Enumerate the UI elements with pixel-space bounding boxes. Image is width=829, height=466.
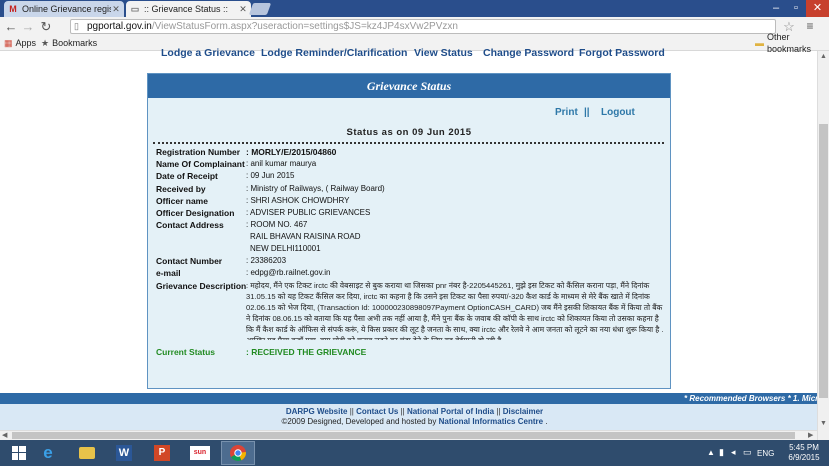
tray-volume-icon[interactable]: ◂ — [731, 447, 736, 458]
vertical-scroll-thumb[interactable] — [819, 124, 828, 398]
footer-disclaimer-link[interactable]: Disclaimer — [503, 407, 543, 416]
footer-links: DARPG Website || Contact Us || National … — [0, 407, 829, 416]
footer-darpg-link[interactable]: DARPG Website — [286, 407, 348, 416]
panel-title: Grievance Status — [148, 74, 670, 98]
close-icon[interactable]: ✕ — [111, 4, 121, 15]
footer-sep: || — [349, 407, 354, 416]
tab-grievance-status[interactable]: ▭ :: Grievance Status :: ✕ — [126, 1, 251, 17]
value-received-by: : Ministry of Railways, ( Railway Board) — [246, 184, 385, 193]
internet-explorer-icon[interactable]: e — [31, 441, 65, 465]
value-current-status: : RECEIVED THE GRIEVANCE — [246, 347, 367, 357]
value-contact-address-line2: RAIL BHAVAN RAISINA ROAD — [250, 232, 361, 241]
bookmark-label: Apps — [15, 38, 37, 48]
label-complainant: Name Of Complainant — [156, 159, 245, 169]
copyright-text: ©2009 Designed, Developed and hosted by — [281, 417, 437, 426]
tray-network-icon[interactable]: ▮ — [719, 447, 724, 458]
clock-time: 5:45 PM — [789, 443, 819, 452]
folder-icon: ▬ — [755, 38, 764, 48]
scroll-down-arrow-icon[interactable]: ▼ — [820, 419, 827, 429]
gmail-icon: M — [9, 4, 17, 14]
value-contact-address-line3: NEW DELHI110001 — [250, 244, 321, 253]
bookmark-bookmarks[interactable]: ★ Bookmarks — [41, 37, 97, 49]
star-icon: ★ — [41, 38, 50, 48]
footer-sep: || — [496, 407, 501, 416]
url-path: /ViewStatusForm.aspx?useraction=settings… — [151, 21, 458, 32]
logout-link[interactable]: Logout — [601, 107, 635, 118]
bookmark-label: Bookmarks — [52, 38, 98, 48]
apps-grid-icon: ▦ — [4, 38, 13, 48]
bookmark-apps[interactable]: ▦ Apps — [4, 37, 36, 49]
label-current-status: Current Status — [156, 347, 216, 357]
label-officer-designation: Officer Designation — [156, 208, 235, 218]
value-email: : edpg@rb.railnet.gov.in — [246, 268, 331, 277]
horizontal-scroll-thumb[interactable] — [12, 432, 795, 439]
value-officer-name: : SHRI ASHOK CHOWDHRY — [246, 196, 350, 205]
label-officer-name: Officer name — [156, 196, 208, 206]
value-contact-address: : ROOM NO. 467 — [246, 220, 308, 229]
file-explorer-icon[interactable] — [70, 441, 104, 465]
dotted-divider — [153, 142, 664, 144]
label-registration-number: Registration Number — [156, 147, 241, 157]
status-as-on: Status as on 09 Jun 2015 — [346, 127, 472, 138]
clock-date: 6/9/2015 — [788, 453, 820, 462]
value-officer-designation: : ADVISER PUBLIC GRIEVANCES — [246, 208, 371, 217]
tray-battery-icon[interactable]: ▭ — [743, 447, 752, 458]
page-icon: ▭ — [130, 4, 140, 14]
window-close-icon[interactable]: ✕ — [806, 0, 829, 17]
address-bar[interactable]: pgportal.gov.in/ViewStatusForm.aspx?user… — [70, 19, 776, 34]
nav-lodge-reminder[interactable]: Lodge Reminder/Clarification — [261, 47, 407, 59]
footer-national-portal-link[interactable]: National Portal of India — [407, 407, 494, 416]
label-grievance-description: Grievance Description — [156, 281, 247, 291]
browser-tab-strip — [0, 0, 829, 17]
footer-sep: || — [400, 407, 405, 416]
sun-app-icon[interactable]: sun — [183, 441, 217, 465]
value-complainant: : anil kumar maurya — [246, 159, 317, 168]
value-contact-number: : 23386203 — [246, 256, 287, 265]
nav-change-password[interactable]: Change Password — [483, 47, 574, 59]
tray-show-hidden-icon[interactable]: ▲ — [707, 448, 715, 457]
nav-view-status[interactable]: View Status — [414, 47, 473, 59]
print-link[interactable]: Print — [555, 107, 578, 118]
nic-link[interactable]: National Informatics Centre — [439, 417, 543, 426]
label-contact-address: Contact Address — [156, 220, 224, 230]
copyright-end: . — [545, 417, 548, 426]
grievance-status-panel — [147, 73, 671, 389]
value-grievance-description: : महोदय, मैंने एक टिकट irctc की वेबसाइट … — [246, 281, 664, 340]
bookmark-other[interactable]: ▬ Other bookmarks — [755, 32, 829, 54]
nav-lodge-grievance[interactable]: Lodge a Grievance — [161, 47, 255, 59]
tab-title: :: Grievance Status :: — [144, 4, 229, 14]
back-arrow-icon[interactable]: ← — [3, 17, 19, 36]
footer-contact-link[interactable]: Contact Us — [356, 407, 398, 416]
link-separator: || — [584, 107, 590, 118]
powerpoint-icon[interactable]: P — [145, 441, 179, 465]
maximize-icon[interactable]: ▫ — [786, 0, 806, 17]
page-info-icon[interactable]: ▯ — [74, 21, 79, 32]
tab-title: Online Grievance registrat — [22, 4, 111, 14]
url-host: pgportal.gov.in — [87, 21, 152, 32]
forward-arrow-icon[interactable]: → — [20, 17, 36, 36]
reload-icon[interactable]: ↻ — [38, 17, 54, 36]
input-language[interactable]: ENG — [757, 449, 774, 458]
taskbar-clock[interactable]: 5:45 PM 6/9/2015 — [781, 443, 827, 463]
close-icon[interactable]: ✕ — [238, 4, 248, 15]
minimize-icon[interactable]: – — [766, 0, 786, 17]
footer-copyright: ©2009 Designed, Developed and hosted by … — [0, 417, 829, 426]
label-contact-number: Contact Number — [156, 256, 223, 266]
value-registration-number: : MORLY/E/2015/04860 — [246, 147, 337, 157]
chrome-icon[interactable] — [221, 441, 255, 465]
recommended-browsers-text: * Recommended Browsers * 1. Microso — [684, 394, 829, 403]
label-date-of-receipt: Date of Receipt — [156, 171, 218, 181]
scroll-up-arrow-icon[interactable]: ▲ — [820, 52, 827, 62]
tab-online-grievance[interactable]: M Online Grievance registrat ✕ — [4, 1, 124, 17]
label-received-by: Received by — [156, 184, 206, 194]
value-date-of-receipt: : 09 Jun 2015 — [246, 171, 295, 180]
label-email: e-mail — [156, 268, 181, 278]
nav-forgot-password[interactable]: Forgot Password — [579, 47, 665, 59]
word-icon[interactable]: W — [107, 441, 141, 465]
